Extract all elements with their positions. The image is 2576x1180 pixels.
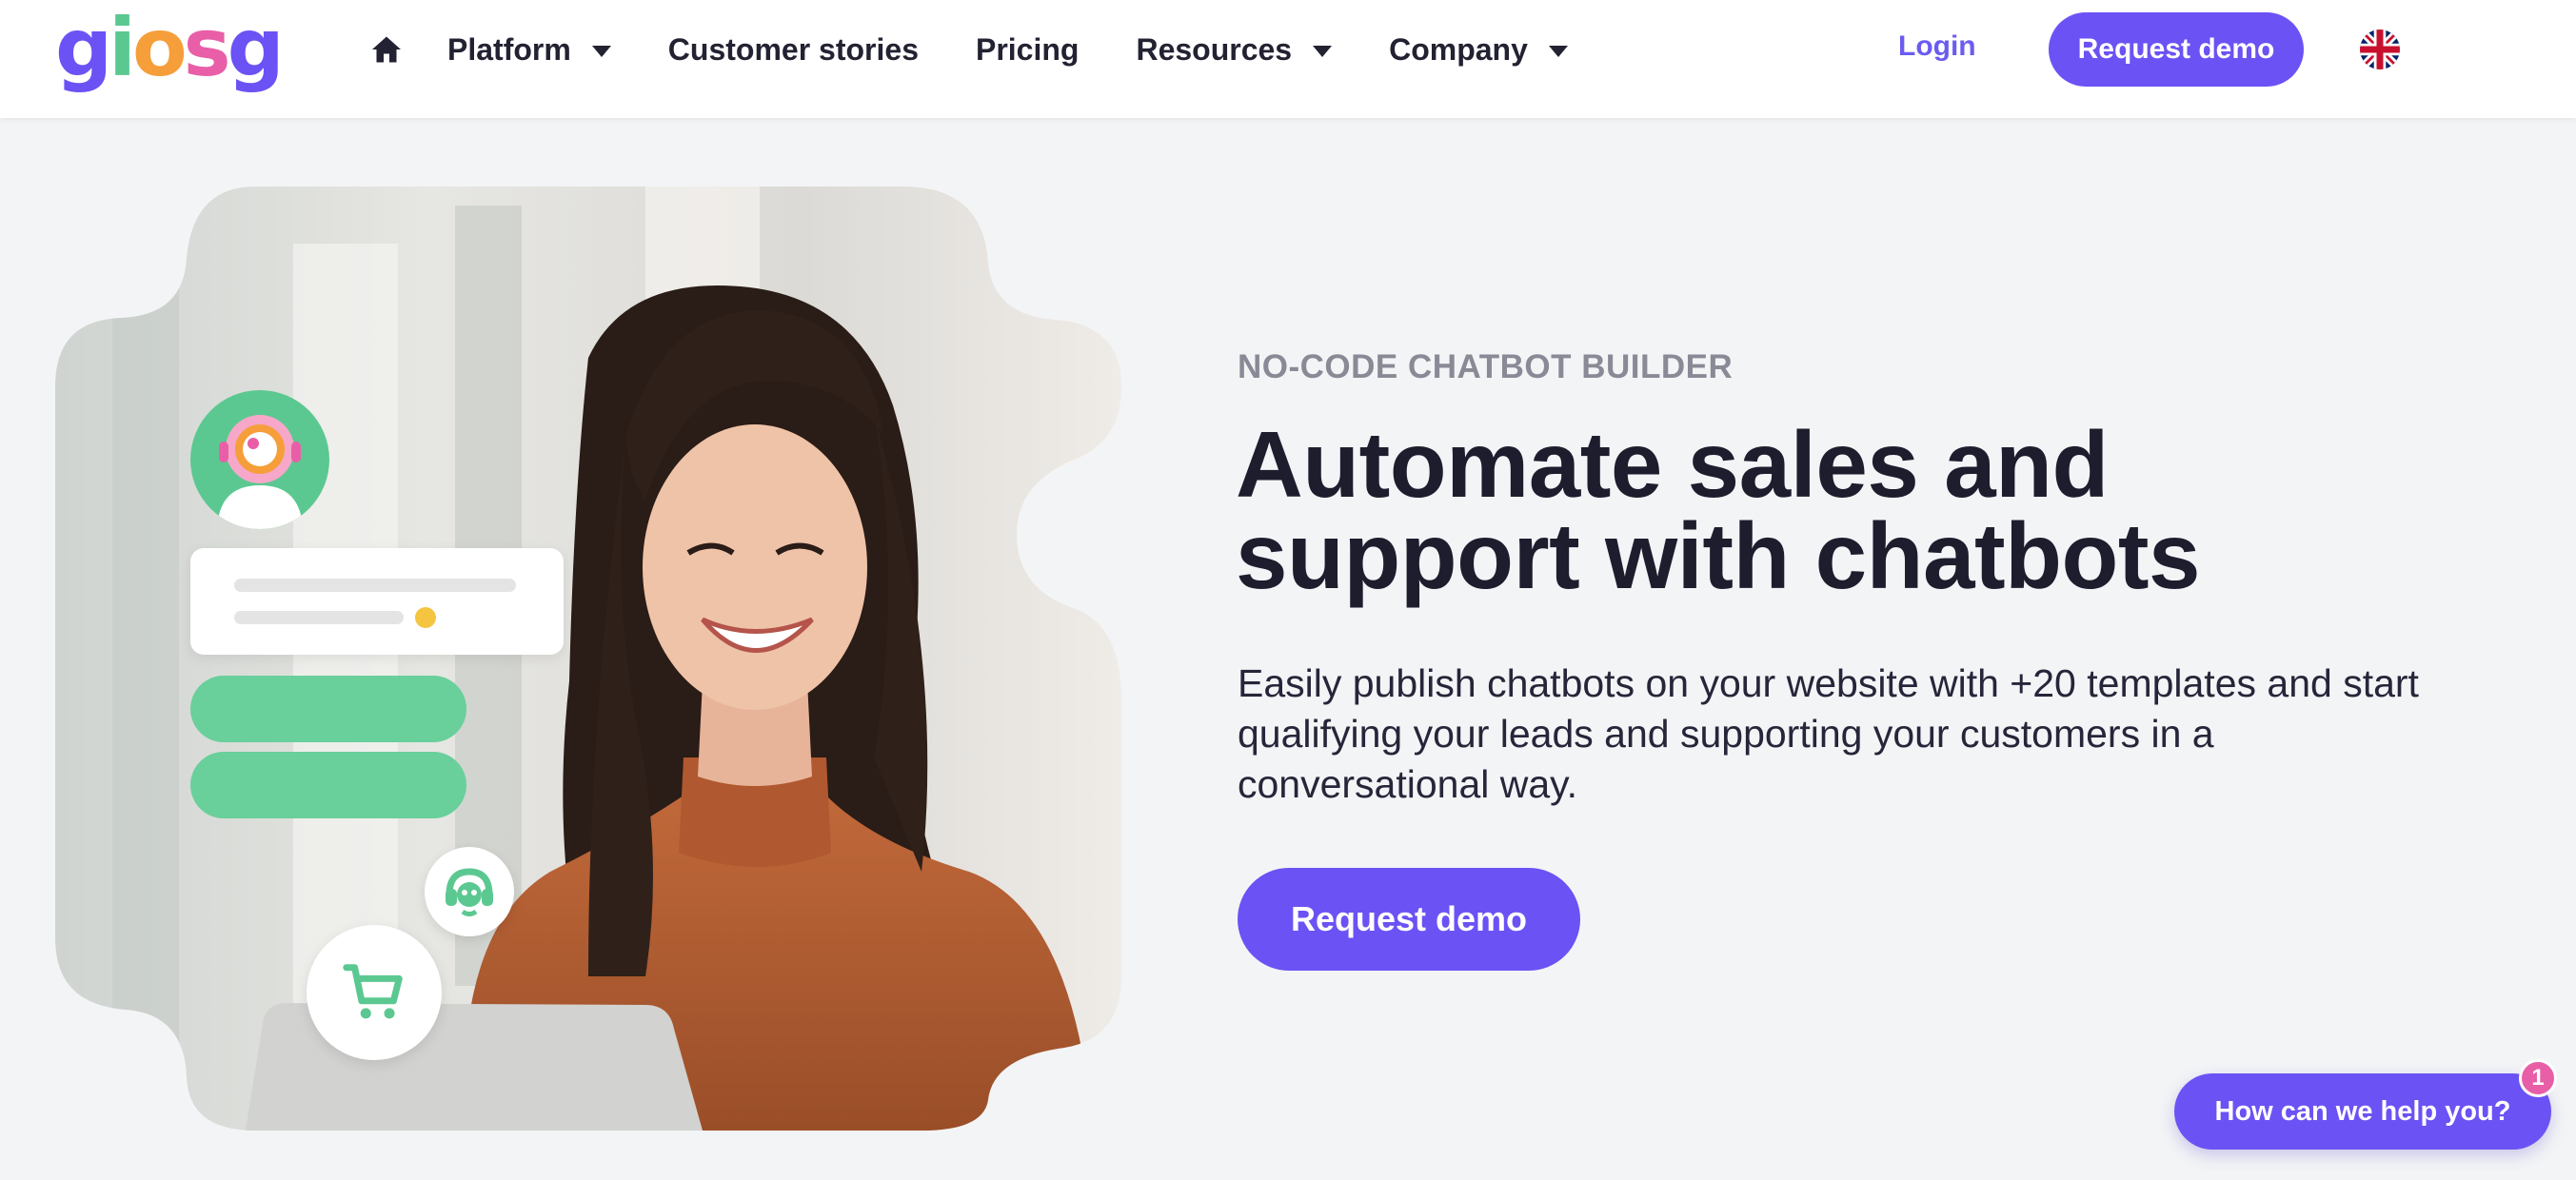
logo-letter: s [183,1,231,94]
nav-item-label: Platform [447,31,571,67]
chat-message-bubble [190,548,564,655]
nav-item-platform[interactable]: Platform [447,32,611,68]
shopping-cart-icon [343,964,403,1019]
chevron-down-icon [591,46,611,57]
site-header: giosg Platform Customer stories Pricing … [0,0,2576,118]
chat-widget-label: How can we help you? [2214,1095,2511,1127]
hero-eyebrow: NO-CODE CHATBOT BUILDER [1238,348,1734,385]
chatbot-avatar-icon [217,415,303,529]
main-nav: Platform Customer stories Pricing Resour… [369,0,1625,99]
message-placeholder-line [234,579,516,592]
chat-widget-button[interactable]: How can we help you? [2174,1073,2551,1150]
logo-letter: g [227,1,285,94]
notification-badge: 1 [2519,1059,2557,1097]
cart-badge [307,925,442,1060]
headline-line: Automate sales and [1236,412,2109,517]
giosg-logo[interactable]: giosg [55,1,285,94]
home-icon[interactable] [369,32,404,67]
support-bot-icon [446,868,493,916]
hero-subtext: Easily publish chatbots on your website … [1238,661,2419,806]
uk-flag-icon[interactable] [2360,30,2400,69]
request-demo-button[interactable]: Request demo [2049,12,2304,87]
hero-image [55,187,1121,1131]
chat-option-button [190,752,466,818]
nav-item-label: Resources [1136,31,1293,67]
nav-item-label: Pricing [975,31,1080,67]
smile-emoji-icon [415,607,436,628]
nav-item-customer-stories[interactable]: Customer stories [668,32,919,68]
message-placeholder-line [234,611,404,624]
hero-headline: Automate sales and support with chatbots [1236,418,2530,602]
chevron-down-icon [1548,46,1568,57]
nav-item-resources[interactable]: Resources [1136,31,1333,68]
chat-option-button [190,676,466,742]
chevron-down-icon [1313,46,1333,57]
nav-item-company[interactable]: Company [1389,32,1568,68]
nav-item-label: Customer stories [667,31,919,67]
logo-letter: g [55,1,112,94]
chatbot-avatar [190,390,329,529]
logo-letter: o [131,1,188,94]
hero-request-demo-button[interactable]: Request demo [1238,868,1580,971]
nav-item-pricing[interactable]: Pricing [976,32,1079,68]
bot-badge [425,847,514,936]
nav-item-label: Company [1389,31,1528,67]
login-link[interactable]: Login [1898,30,1976,63]
headline-line: support with chatbots [1236,503,2201,608]
logo-letter: i [109,1,136,94]
